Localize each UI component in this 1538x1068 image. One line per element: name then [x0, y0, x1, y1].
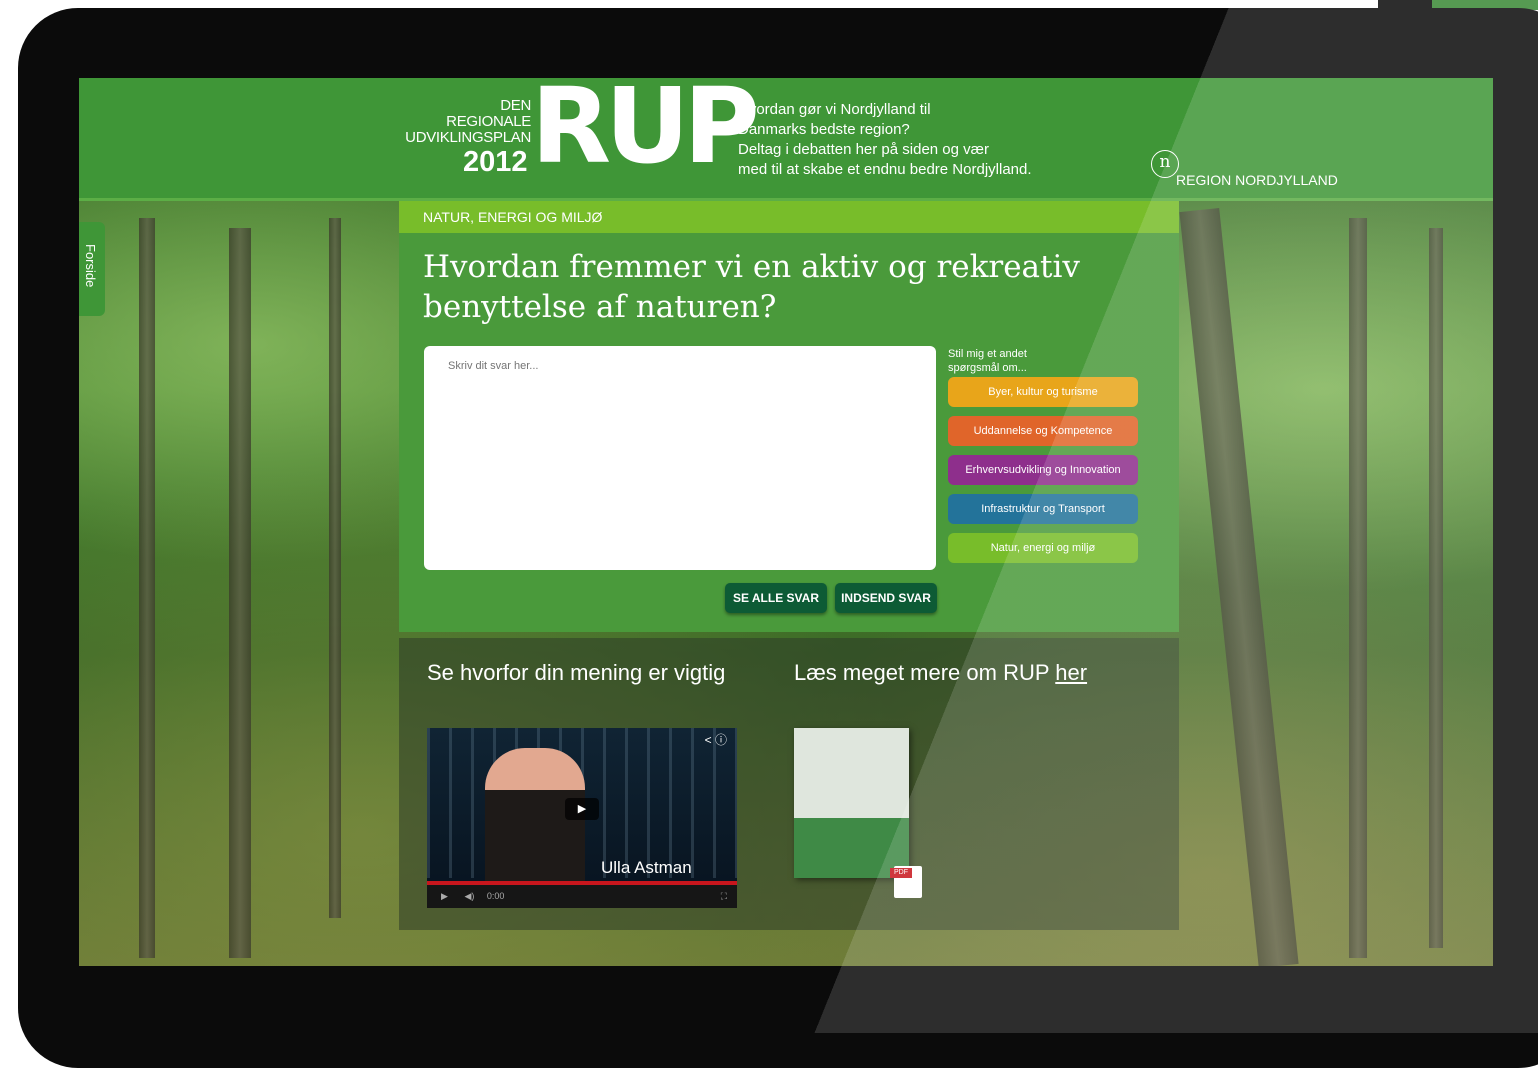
video-person-name: Ulla Astman	[601, 858, 692, 877]
logo-line: UDVIKLINGSPLAN	[405, 129, 531, 146]
video-controls: ▶ ◀) 0:00 ⛶	[427, 885, 737, 908]
logo-text: DEN REGIONALE UDVIKLINGSPLAN	[405, 98, 531, 146]
ask-other-label: Stil mig et andet spørgsmål om...	[948, 348, 1027, 374]
tree-trunk	[1179, 207, 1299, 966]
play-icon[interactable]: ▶	[565, 798, 599, 820]
tagline-line: Danmarks bedste region?	[738, 121, 910, 138]
share-icon[interactable]: < ⓘ	[705, 731, 727, 748]
website-screen: DEN REGIONALE UDVIKLINGSPLAN 2012 RUP Hv…	[79, 78, 1493, 966]
region-name: REGION NORDJYLLAND	[1176, 172, 1338, 188]
header-tagline: Hvordan gør vi Nordjylland til Danmarks …	[738, 100, 1032, 180]
fullscreen-icon[interactable]: ⛶	[721, 885, 727, 908]
tagline-line: med til at skabe et endnu bedre Nordjyll…	[738, 161, 1032, 178]
video-time: 0:00	[486, 891, 505, 901]
pdf-badge: PDF	[890, 868, 912, 878]
tree-trunk	[229, 228, 251, 958]
question-panel: NATUR, ENERGI OG MILJØ Hvordan fremmer v…	[399, 201, 1179, 632]
tree-trunk	[329, 218, 341, 918]
submit-button[interactable]: INDSEND SVAR	[835, 583, 937, 613]
answer-input[interactable]	[424, 346, 936, 570]
site-header: DEN REGIONALE UDVIKLINGSPLAN 2012 RUP Hv…	[79, 78, 1493, 201]
forside-tab[interactable]: Forside	[79, 222, 105, 316]
logo-year: 2012	[463, 146, 528, 178]
logo-line: REGIONALE	[446, 113, 531, 130]
topic-button-infrastruktur[interactable]: Infrastruktur og Transport	[948, 494, 1138, 524]
tree-trunk	[139, 218, 155, 958]
tagline-line: Deltag i debatten her på siden og vær	[738, 141, 989, 158]
topic-button-natur[interactable]: Natur, energi og miljø	[948, 533, 1138, 563]
tree-trunk	[1429, 228, 1443, 948]
volume-icon[interactable]: ◀)	[464, 891, 474, 901]
forside-tab-label: Forside	[83, 244, 98, 288]
category-bar: NATUR, ENERGI OG MILJØ	[399, 201, 1179, 233]
play-control-icon[interactable]: ▶	[441, 891, 448, 901]
read-more-heading: Læs meget mere om RUP her	[794, 660, 1087, 686]
read-more-link[interactable]: her	[1055, 660, 1087, 685]
tree-trunk	[1349, 218, 1367, 958]
topic-button-byer[interactable]: Byer, kultur og turisme	[948, 377, 1138, 407]
logo-line: DEN	[500, 97, 531, 114]
tagline-line: Hvordan gør vi Nordjylland til	[738, 101, 931, 118]
question-title: Hvordan fremmer vi en aktiv og rekreativ…	[423, 249, 1080, 325]
see-all-button[interactable]: SE ALLE SVAR	[725, 583, 827, 613]
rup-document-thumbnail[interactable]: PDF	[794, 728, 922, 898]
info-panel: Se hvorfor din mening er vigtig Læs mege…	[399, 638, 1179, 930]
rup-logo[interactable]: RUP	[531, 78, 760, 178]
video-player[interactable]: ▶ < ⓘ Ulla Astman ▶ ◀) 0:00 ⛶	[427, 728, 737, 908]
video-heading: Se hvorfor din mening er vigtig	[427, 660, 726, 685]
topic-button-erhverv[interactable]: Erhvervsudvikling og Innovation	[948, 455, 1138, 485]
region-logo-icon: n	[1151, 150, 1179, 178]
read-more-text: Læs meget mere om RUP	[794, 660, 1050, 685]
topic-button-uddannelse[interactable]: Uddannelse og Kompetence	[948, 416, 1138, 446]
